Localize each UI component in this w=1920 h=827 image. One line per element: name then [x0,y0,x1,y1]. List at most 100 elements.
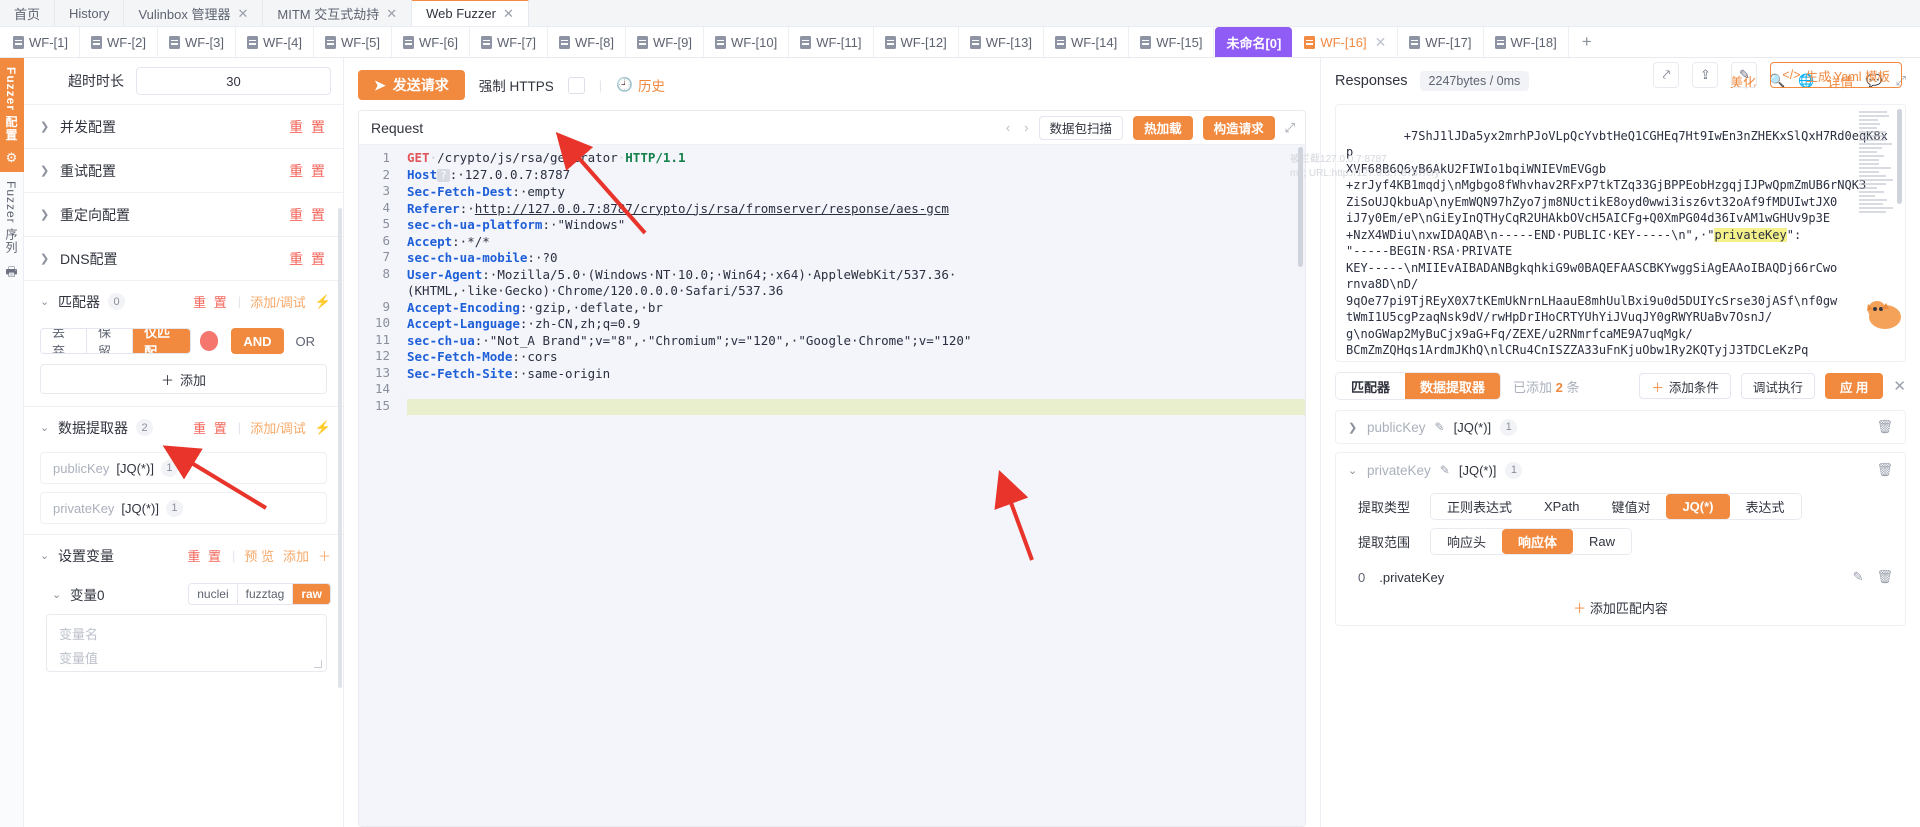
extractor-reset[interactable]: 重 置 [193,418,229,437]
history-button[interactable]: 🕘 历史 [616,75,665,95]
response-scrollbar[interactable] [1897,109,1902,204]
reset-link[interactable]: 重 置 [289,205,327,225]
share-icon[interactable]: ⤤ [1653,62,1679,88]
reset-link[interactable]: 重 置 [289,161,327,181]
fuzzer-tab-6[interactable]: WF-[7] [470,27,548,57]
apply-button[interactable]: 应 用 [1825,373,1883,399]
fuzzer-tab-1[interactable]: WF-[2] [80,27,158,57]
matcher-section-header[interactable]: ⌄ 匹配器 0 重 置 | 添加/调试 ⚡ [24,280,343,322]
variables-add[interactable]: 添加 [283,546,309,565]
close-icon[interactable]: ✕ [503,7,514,20]
trash-icon[interactable]: 🗑 [1876,419,1893,435]
matcher-mode-discard[interactable]: 丢弃 [41,329,87,353]
rail-fuzzer-config[interactable]: Fuzzer 配置 [0,58,24,150]
matcher-reset[interactable]: 重 置 [193,292,229,311]
main-tab-4[interactable]: Web Fuzzer ✕ [412,0,529,26]
tab-matcher[interactable]: 匹配器 [1336,373,1405,399]
extract-scope-header[interactable]: 响应头 [1431,529,1502,554]
response-body[interactable]: +7ShJ1lJDa5yx2mrhPJoVLpQcYvbtHeQ1CGHEq7H… [1335,104,1906,362]
extract-type-xpath[interactable]: XPath [1528,494,1595,519]
send-request-button[interactable]: ➤ 发送请求 [358,70,465,100]
packet-scan-button[interactable]: 数据包扫描 [1039,116,1124,140]
extract-type-keyvalue[interactable]: 键值对 [1595,494,1666,519]
fuzzer-tab-4[interactable]: WF-[5] [314,27,392,57]
edit-icon[interactable]: ✎ [1731,62,1757,88]
matcher-mode-keep[interactable]: 保留 [87,329,133,353]
matcher-logic-and[interactable]: AND [231,328,283,354]
edit-icon[interactable]: ✎ [1853,569,1864,585]
fuzzer-tab-10[interactable]: WF-[11] [789,27,873,57]
fuzzer-tab-9[interactable]: WF-[10] [704,27,789,57]
main-tab-1[interactable]: History [55,0,124,26]
accordion-dns[interactable]: ❯ DNS配置 重 置 [24,236,343,280]
fuzzer-tab-13[interactable]: WF-[14] [1044,27,1129,57]
matcher-add-debug[interactable]: 添加/调试 [250,292,306,311]
extract-scope-body[interactable]: 响应体 [1502,529,1573,554]
add-condition-button[interactable]: ＋ 添加条件 [1639,373,1731,399]
extract-scope-raw[interactable]: Raw [1573,529,1631,554]
close-icon[interactable]: ✕ [386,7,397,20]
matcher-mode-only[interactable]: 仅匹配 [133,329,190,353]
variable-value-input[interactable]: 变量值 [59,648,98,667]
fuzzer-tab-0[interactable]: WF-[1] [2,27,80,57]
trash-icon[interactable]: 🗑 [1876,462,1893,478]
generate-yaml-button[interactable]: </> 生成 Yaml 模板 [1770,62,1902,88]
edit-icon[interactable]: ✎ [1435,420,1445,434]
fuzzer-tab-11[interactable]: WF-[12] [874,27,959,57]
fuzzer-tab-18[interactable]: WF-[18] [1484,27,1569,57]
add-match-content-button[interactable]: ＋ 添加匹配内容 [1336,585,1905,617]
variables-section-header[interactable]: ⌄ 设置变量 重 置 | 预 览 添加 ＋ [24,534,343,576]
chevron-right-icon[interactable]: ❯ [1348,421,1358,434]
extractor-section-header[interactable]: ⌄ 数据提取器 2 重 置 | 添加/调试 ⚡ [24,406,343,448]
extractor-row-publickey[interactable]: ❯ publicKey ✎ [JQ(*)] 1 🗑 [1335,410,1906,444]
left-panel-scrollbar[interactable] [338,208,342,688]
extractor-add-debug[interactable]: 添加/调试 [250,418,306,437]
fuzzer-tab-3[interactable]: WF-[4] [236,27,314,57]
trash-icon[interactable]: 🗑 [1876,569,1893,585]
force-https-checkbox[interactable] [568,77,585,94]
variable-mode-raw[interactable]: raw [293,584,330,604]
upload-icon[interactable]: ⇪ [1692,62,1718,88]
accordion-concurrency[interactable]: ❯ 并发配置 重 置 [24,104,343,148]
extractor-item-publickey[interactable]: publicKey [JQ(*)] 1 [40,452,327,484]
resize-grip[interactable] [314,660,322,668]
variables-reset[interactable]: 重 置 [187,546,223,565]
mascot-icon[interactable] [1862,290,1908,336]
variable-name-input[interactable]: 变量名 [59,624,98,643]
fuzzer-tab-2[interactable]: WF-[3] [158,27,236,57]
fuzzer-tab-15[interactable]: 未命名[0] [1215,27,1292,57]
timeout-input[interactable]: 30 [136,67,331,95]
variable-group-row[interactable]: ⌄ 变量0 nuclei fuzztag raw [24,576,343,612]
close-icon[interactable]: ✕ [237,7,248,20]
build-request-button[interactable]: 构造请求 [1203,116,1275,140]
fuzzer-tab-17[interactable]: WF-[17] [1398,27,1483,57]
editor-scrollbar[interactable] [1298,147,1303,267]
request-editor[interactable]: 1 2 3 4 5 6 7 8 9 10 11 12 13 14 15 GET·/crypto/js/rsa… [359,145,1305,826]
extract-type-jq[interactable]: JQ(*) [1666,494,1729,519]
close-icon[interactable]: ✕ [1893,377,1906,395]
edit-icon[interactable]: ✎ [1440,463,1450,477]
fuzzer-tab-5[interactable]: WF-[6] [392,27,470,57]
matcher-logic-or[interactable]: OR [284,328,328,354]
main-tab-0[interactable]: 首页 [0,0,55,26]
color-dot[interactable] [200,331,219,351]
debug-run-button[interactable]: 调试执行 [1741,373,1815,399]
main-tab-2[interactable]: Vulinbox 管理器 ✕ [124,0,263,26]
variable-mode-nuclei[interactable]: nuclei [189,584,237,604]
reset-link[interactable]: 重 置 [289,249,327,269]
expand-icon[interactable]: ⤢ [1285,120,1295,136]
reset-link[interactable]: 重 置 [289,117,327,137]
extract-type-regex[interactable]: 正则表达式 [1431,494,1528,519]
fuzzer-tab-7[interactable]: WF-[8] [548,27,626,57]
add-fuzzer-tab-button[interactable]: + [1569,27,1605,57]
close-icon[interactable]: ✕ [1375,34,1387,51]
accordion-redirect[interactable]: ❯ 重定向配置 重 置 [24,192,343,236]
request-code[interactable]: GET·/crypto/js/rsa/generator·HTTP/1.1 Hos… [397,145,1305,826]
match-value[interactable]: .privateKey [1379,570,1444,585]
fuzzer-tab-12[interactable]: WF-[13] [959,27,1044,57]
fuzzer-tab-16[interactable]: WF-[16] ✕ [1293,27,1398,57]
fuzzer-tab-14[interactable]: WF-[15] [1129,27,1214,57]
tab-extractor[interactable]: 数据提取器 [1405,373,1500,399]
chevron-right-icon[interactable]: › [1024,120,1028,135]
matcher-add-button[interactable]: ＋ 添加 [40,364,327,394]
